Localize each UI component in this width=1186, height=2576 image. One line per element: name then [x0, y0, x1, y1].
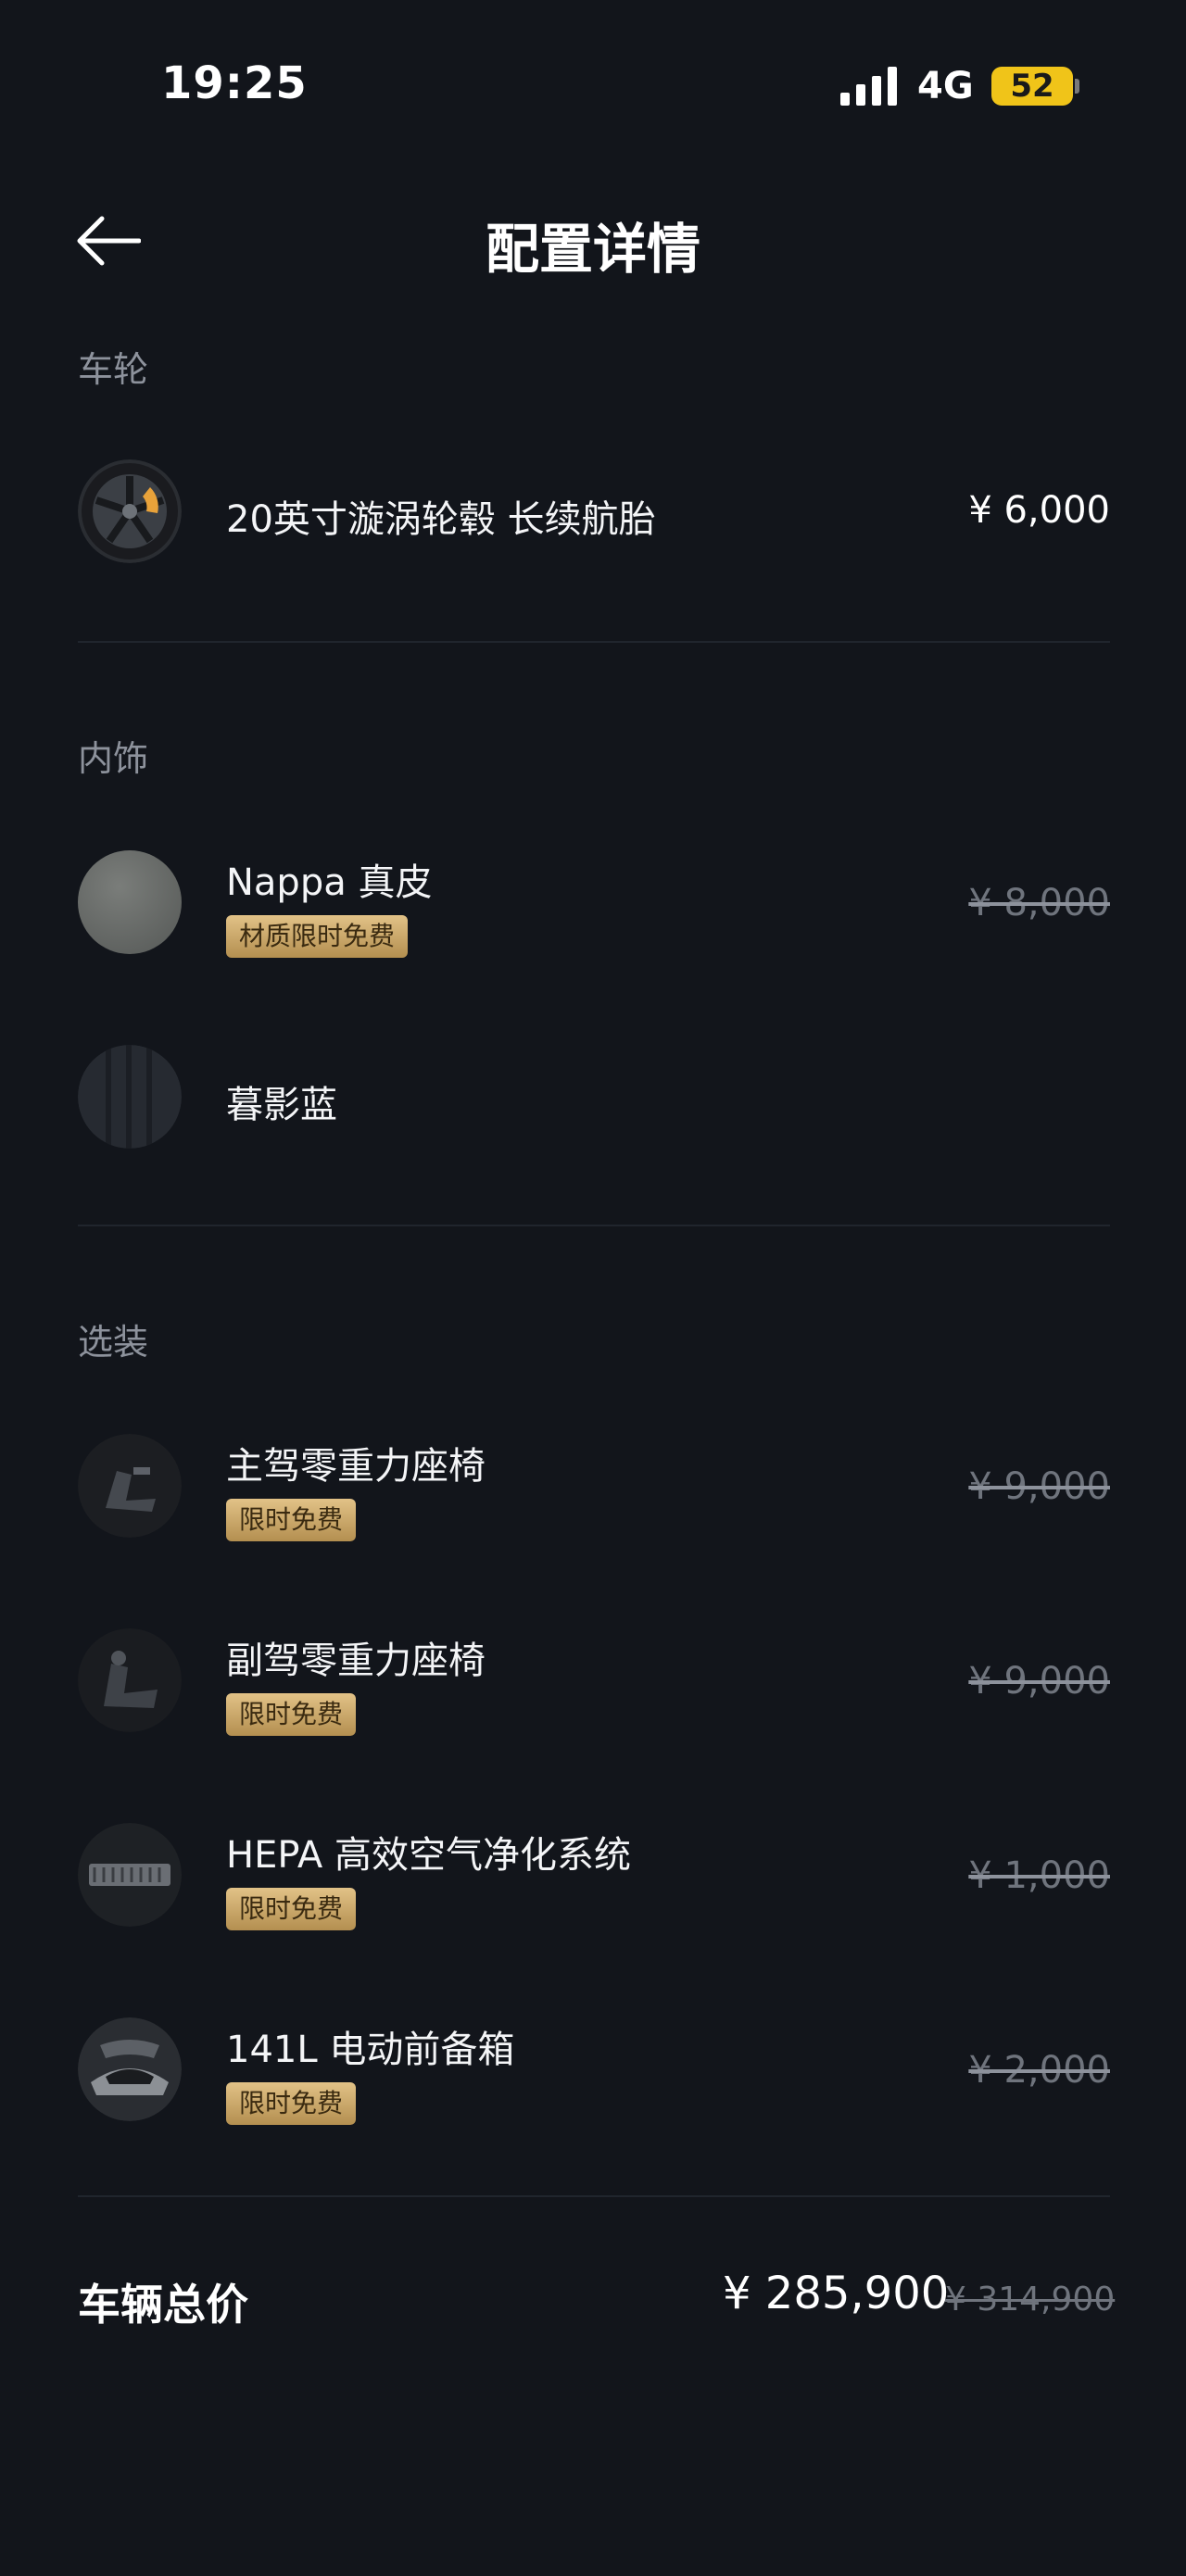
- status-time: 19:25: [161, 57, 308, 109]
- promo-badge: 限时免费: [226, 2082, 357, 2125]
- item-price-leather: ¥ 8,000: [968, 882, 1110, 924]
- leather-swatch-thumbnail: [78, 850, 182, 954]
- signal-icon: [840, 67, 897, 106]
- promo-badge: 材质限时免费: [226, 915, 409, 958]
- item-name-frunk: 141L 电动前备箱: [226, 2029, 515, 2071]
- network-type: 4G: [917, 65, 974, 107]
- total-original-price: ¥ 314,900: [945, 2281, 1116, 2318]
- promo-badge: 限时免费: [226, 1888, 357, 1930]
- section-label-options: 选装: [78, 1322, 149, 1363]
- item-price-driver-seat: ¥ 9,000: [968, 1465, 1110, 1508]
- frunk-thumbnail: [78, 2017, 182, 2121]
- divider: [78, 2195, 1110, 2197]
- passenger-seat-thumbnail: [78, 1628, 182, 1732]
- battery-cap: [1075, 79, 1079, 94]
- item-price-passenger-seat: ¥ 9,000: [968, 1660, 1110, 1703]
- color-swatch-thumbnail: [78, 1045, 182, 1149]
- item-name-hepa: HEPA 高效空气净化系统: [226, 1834, 631, 1877]
- promo-badge: 限时免费: [226, 1499, 357, 1541]
- item-name-leather: Nappa 真皮: [226, 861, 433, 904]
- promo-badge: 限时免费: [226, 1693, 357, 1736]
- item-name-driver-seat: 主驾零重力座椅: [226, 1445, 486, 1488]
- section-label-interior: 内饰: [78, 738, 149, 779]
- battery-level: 52: [1010, 68, 1054, 105]
- item-price-wheel: ¥ 6,000: [968, 489, 1110, 532]
- total-label: 车辆总价: [78, 2280, 248, 2330]
- section-label-wheels: 车轮: [78, 349, 149, 390]
- item-name-passenger-seat: 副驾零重力座椅: [226, 1640, 486, 1682]
- total-price: ¥ 285,900: [723, 2268, 950, 2319]
- item-name-wheel: 20英寸漩涡轮毂 长续航胎: [226, 498, 656, 541]
- item-price-frunk: ¥ 2,000: [968, 2049, 1110, 2092]
- page-title: 配置详情: [485, 218, 700, 281]
- driver-seat-thumbnail: [78, 1434, 182, 1538]
- item-name-color: 暮影蓝: [226, 1084, 337, 1126]
- air-filter-thumbnail: [78, 1823, 182, 1927]
- divider: [78, 641, 1110, 643]
- divider: [78, 1225, 1110, 1226]
- battery-icon: 52: [991, 67, 1073, 106]
- item-price-hepa: ¥ 1,000: [968, 1854, 1110, 1897]
- wheel-thumbnail: [78, 459, 182, 563]
